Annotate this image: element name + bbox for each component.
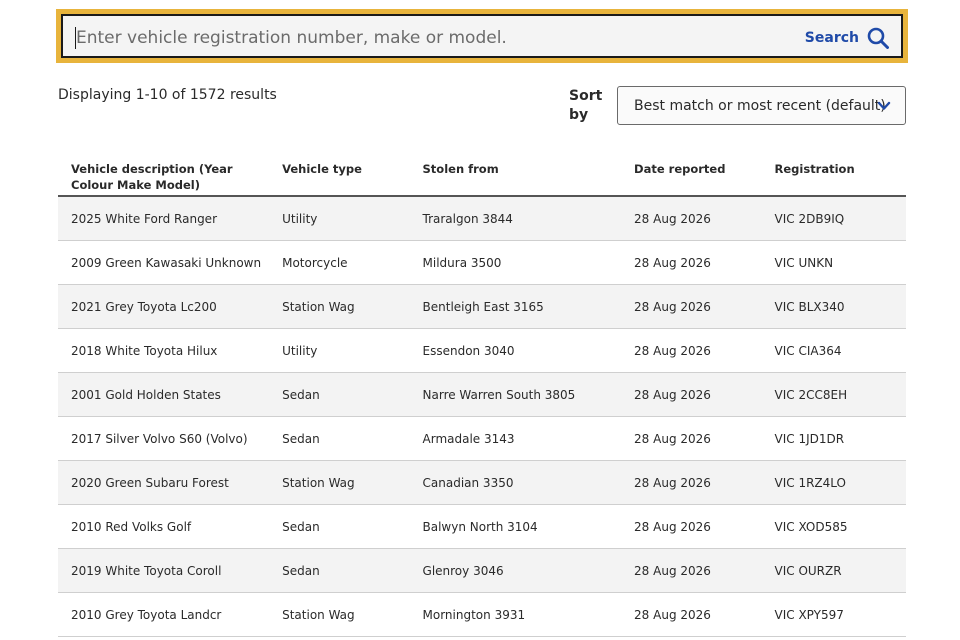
cell-vehicle-description: 2018 White Toyota Hilux — [58, 328, 270, 373]
cell-stolen-from: Mornington 3931 — [409, 592, 622, 637]
results-summary: Displaying 1-10 of 1572 results — [58, 87, 277, 103]
cell-date-reported: 28 Aug 2026 — [621, 196, 762, 241]
cell-vehicle-type: Sedan — [269, 548, 410, 593]
cell-stolen-from: Traralgon 3844 — [409, 196, 622, 241]
cell-vehicle-description: 2019 White Toyota Coroll — [58, 548, 270, 593]
column-header-registration: Registration — [761, 150, 906, 197]
table-header-row: Vehicle description (Year Colour Make Mo… — [58, 150, 906, 197]
cell-stolen-from: Glenroy 3046 — [409, 548, 622, 593]
cell-vehicle-description: 2010 Grey Toyota Landcr — [58, 592, 270, 637]
cell-date-reported: 28 Aug 2026 — [621, 504, 762, 549]
table-row: 2025 White Ford Ranger Utility Traralgon… — [58, 196, 906, 241]
sort-selected-value: Best match or most recent (default) — [634, 97, 886, 114]
search-button-label: Search — [804, 30, 859, 46]
search-box: Search — [61, 14, 903, 58]
cell-vehicle-description: 2021 Grey Toyota Lc200 — [58, 284, 270, 329]
cell-registration: VIC 2DB9IQ — [761, 196, 906, 241]
cell-vehicle-type: Utility — [269, 328, 410, 373]
cell-vehicle-description: 2010 Red Volks Golf — [58, 504, 270, 549]
sort-label: Sort by — [569, 88, 603, 123]
cell-stolen-from: Balwyn North 3104 — [409, 504, 622, 549]
cell-registration: VIC 1RZ4LO — [761, 460, 906, 505]
cell-registration: VIC BLX340 — [761, 284, 906, 329]
sort-dropdown[interactable]: Best match or most recent (default) — [617, 86, 906, 125]
cell-stolen-from: Narre Warren South 3805 — [409, 372, 622, 417]
table-row: 2021 Grey Toyota Lc200 Station Wag Bentl… — [58, 284, 906, 329]
cell-vehicle-description: 2025 White Ford Ranger — [58, 196, 270, 241]
table-row: 2018 White Toyota Hilux Utility Essendon… — [58, 328, 906, 373]
cell-registration: VIC UNKN — [761, 240, 906, 285]
cell-stolen-from: Mildura 3500 — [409, 240, 622, 285]
cell-date-reported: 28 Aug 2026 — [621, 240, 762, 285]
results-table: Vehicle description (Year Colour Make Mo… — [58, 150, 906, 637]
cell-stolen-from: Canadian 3350 — [409, 460, 622, 505]
table-row: 2019 White Toyota Coroll Sedan Glenroy 3… — [58, 548, 906, 593]
cell-vehicle-type: Sedan — [269, 416, 410, 461]
cell-vehicle-type: Sedan — [269, 372, 410, 417]
cell-date-reported: 28 Aug 2026 — [621, 328, 762, 373]
table-row: 2010 Grey Toyota Landcr Station Wag Morn… — [58, 592, 906, 637]
cell-date-reported: 28 Aug 2026 — [621, 372, 762, 417]
search-icon — [867, 27, 889, 49]
cell-date-reported: 28 Aug 2026 — [621, 460, 762, 505]
table-row: 2009 Green Kawasaki Unknown Motorcycle M… — [58, 240, 906, 285]
cell-vehicle-description: 2017 Silver Volvo S60 (Volvo) — [58, 416, 270, 461]
cell-date-reported: 28 Aug 2026 — [621, 416, 762, 461]
column-header-vehicle-description: Vehicle description (Year Colour Make Mo… — [58, 150, 270, 197]
cell-date-reported: 28 Aug 2026 — [621, 592, 762, 637]
cell-vehicle-type: Sedan — [269, 504, 410, 549]
cell-registration: VIC CIA364 — [761, 328, 906, 373]
search-input[interactable] — [76, 24, 796, 52]
table-row: 2010 Red Volks Golf Sedan Balwyn North 3… — [58, 504, 906, 549]
cell-registration: VIC 2CC8EH — [761, 372, 906, 417]
cell-registration: VIC OURZR — [761, 548, 906, 593]
cell-stolen-from: Essendon 3040 — [409, 328, 622, 373]
column-header-vehicle-type: Vehicle type — [269, 150, 410, 197]
column-header-stolen-from: Stolen from — [409, 150, 622, 197]
cell-vehicle-description: 2020 Green Subaru Forest — [58, 460, 270, 505]
cell-stolen-from: Armadale 3143 — [409, 416, 622, 461]
table-row: 2001 Gold Holden States Sedan Narre Warr… — [58, 372, 906, 417]
cell-vehicle-description: 2001 Gold Holden States — [58, 372, 270, 417]
cell-registration: VIC XOD585 — [761, 504, 906, 549]
table-row: 2017 Silver Volvo S60 (Volvo) Sedan Arma… — [58, 416, 906, 461]
cell-vehicle-type: Motorcycle — [269, 240, 410, 285]
cell-vehicle-type: Station Wag — [269, 592, 410, 637]
cell-date-reported: 28 Aug 2026 — [621, 284, 762, 329]
chevron-down-icon — [877, 99, 891, 117]
search-bar: Search — [56, 9, 908, 63]
cell-vehicle-type: Station Wag — [269, 284, 410, 329]
cell-vehicle-type: Station Wag — [269, 460, 410, 505]
search-button[interactable]: Search — [801, 22, 893, 54]
cell-registration: VIC 1JD1DR — [761, 416, 906, 461]
table-row: 2020 Green Subaru Forest Station Wag Can… — [58, 460, 906, 505]
cell-stolen-from: Bentleigh East 3165 — [409, 284, 622, 329]
cell-vehicle-description: 2009 Green Kawasaki Unknown — [58, 240, 270, 285]
cell-date-reported: 28 Aug 2026 — [621, 548, 762, 593]
column-header-date-reported: Date reported — [621, 150, 762, 197]
cell-registration: VIC XPY597 — [761, 592, 906, 637]
cell-vehicle-type: Utility — [269, 196, 410, 241]
